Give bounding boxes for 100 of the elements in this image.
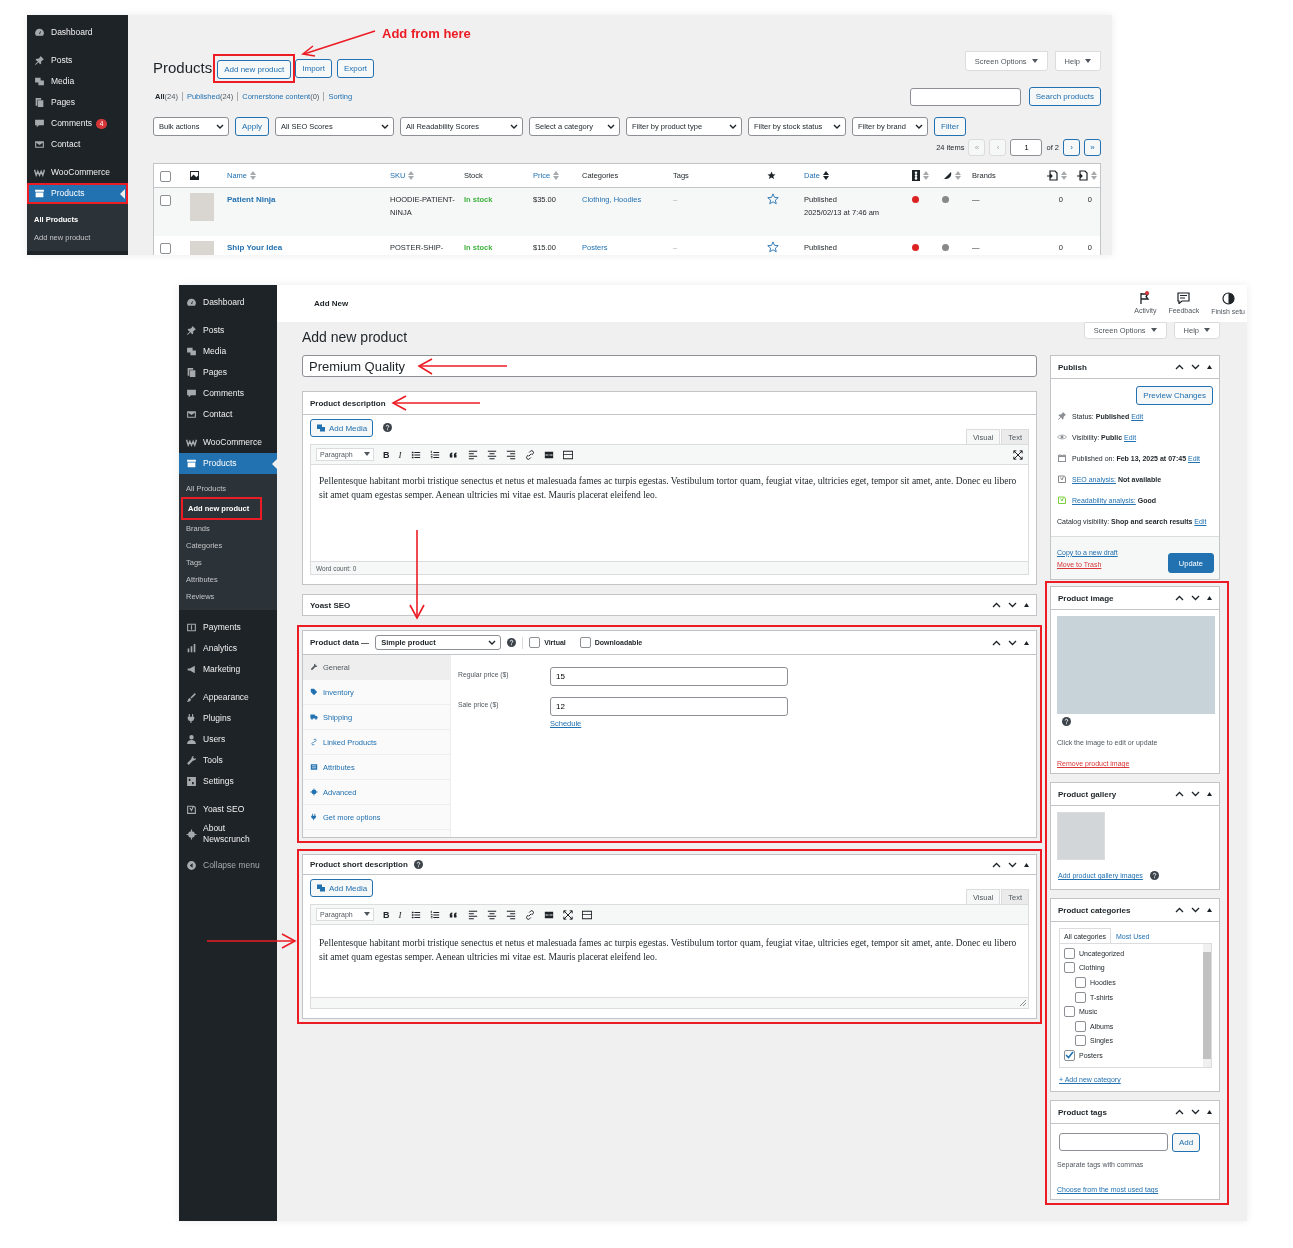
checkbox[interactable] bbox=[1075, 1035, 1086, 1047]
chevron-up-icon[interactable] bbox=[992, 861, 1001, 868]
triangle-icon[interactable] bbox=[1024, 640, 1029, 645]
page-nav-button[interactable]: › bbox=[1063, 139, 1080, 156]
help-icon[interactable] bbox=[507, 638, 517, 647]
checkbox[interactable] bbox=[529, 637, 541, 648]
italic-button[interactable]: I bbox=[398, 909, 402, 920]
align-left-icon[interactable] bbox=[467, 449, 478, 460]
scrollbar[interactable] bbox=[1203, 944, 1211, 1067]
checkbox[interactable] bbox=[579, 637, 591, 648]
sidebar-item[interactable]: Yoast SEO bbox=[179, 799, 277, 820]
toolbar-toggle-icon[interactable] bbox=[562, 449, 573, 460]
read-more-icon[interactable] bbox=[543, 449, 554, 460]
chevron-up-icon[interactable] bbox=[1175, 907, 1184, 913]
sidebar-item[interactable]: Contact bbox=[179, 404, 277, 425]
star-icon[interactable] bbox=[767, 241, 779, 253]
sidebar-item[interactable]: Users bbox=[179, 729, 277, 750]
chevron-down-icon[interactable] bbox=[1191, 1109, 1200, 1115]
sidebar-item[interactable]: Posts bbox=[27, 50, 128, 71]
checkbox[interactable] bbox=[1075, 991, 1086, 1003]
apply-button[interactable]: Apply bbox=[235, 117, 269, 136]
sidebar-item[interactable]: Contact bbox=[27, 134, 128, 155]
quote-icon[interactable] bbox=[448, 449, 459, 460]
sidebar-item[interactable]: Appearance bbox=[179, 687, 277, 708]
bold-button[interactable]: B bbox=[383, 449, 390, 460]
sidebar-item[interactable]: Dashboard bbox=[27, 22, 128, 43]
star-icon[interactable] bbox=[767, 193, 779, 205]
chevron-up-icon[interactable] bbox=[992, 602, 1001, 608]
chevron-up-icon[interactable] bbox=[1175, 791, 1184, 797]
sidebar-item[interactable]: About Newscrunch bbox=[179, 820, 277, 848]
title-field[interactable]: Premium Quality bbox=[302, 355, 1037, 377]
chevron-down-icon[interactable] bbox=[1191, 907, 1200, 913]
triangle-icon[interactable] bbox=[1207, 792, 1212, 796]
checkbox[interactable] bbox=[160, 171, 171, 182]
sidebar-item[interactable]: Dashboard bbox=[179, 292, 277, 313]
checkbox[interactable] bbox=[1064, 947, 1075, 959]
product-link[interactable]: Ship Your Idea bbox=[227, 241, 283, 254]
fullscreen-icon[interactable] bbox=[562, 909, 573, 920]
tag-field[interactable] bbox=[1059, 1133, 1168, 1151]
column-header[interactable] bbox=[1047, 170, 1067, 181]
bullet-list-icon[interactable] bbox=[410, 449, 421, 460]
read-more-icon[interactable] bbox=[543, 909, 554, 920]
help-icon[interactable] bbox=[413, 860, 423, 869]
sidebar-item[interactable]: Media bbox=[27, 71, 128, 92]
chevron-down-icon[interactable] bbox=[1191, 791, 1200, 797]
sidebar-item[interactable]: Products bbox=[179, 453, 277, 474]
link-icon[interactable] bbox=[524, 449, 535, 460]
triangle-icon[interactable] bbox=[1024, 862, 1029, 867]
header-button[interactable]: Add new product bbox=[217, 60, 292, 79]
chevron-down-icon[interactable] bbox=[1008, 602, 1017, 608]
add-media-button[interactable]: Add Media bbox=[310, 879, 374, 897]
chevron-down-icon[interactable] bbox=[1008, 861, 1017, 868]
help-icon[interactable] bbox=[1062, 717, 1071, 726]
chevron-down-icon[interactable] bbox=[1008, 639, 1017, 646]
numbered-list-icon[interactable] bbox=[429, 909, 440, 920]
sidebar-item[interactable]: Marketing bbox=[179, 659, 277, 680]
quote-icon[interactable] bbox=[448, 909, 459, 920]
triangle-icon[interactable] bbox=[1207, 365, 1212, 369]
triangle-icon[interactable] bbox=[1207, 1110, 1212, 1114]
add-media-button[interactable]: Add Media bbox=[310, 419, 374, 437]
sidebar-item[interactable]: Pages bbox=[179, 362, 277, 383]
sidebar-item[interactable]: Payments bbox=[179, 617, 277, 638]
checkbox[interactable] bbox=[1075, 977, 1086, 988]
chevron-up-icon[interactable] bbox=[1175, 595, 1184, 601]
column-header[interactable] bbox=[912, 170, 929, 181]
help-icon[interactable] bbox=[383, 423, 393, 432]
sidebar-item[interactable]: Media bbox=[179, 341, 277, 362]
resize-handle-icon[interactable] bbox=[1020, 1000, 1026, 1006]
sidebar-item[interactable]: Plugins bbox=[179, 708, 277, 729]
column-header[interactable] bbox=[1077, 170, 1097, 181]
collapse-menu-button[interactable]: Collapse menu bbox=[179, 855, 277, 876]
triangle-icon[interactable] bbox=[1207, 596, 1212, 600]
header-button[interactable]: Import bbox=[295, 59, 332, 78]
align-left-icon[interactable] bbox=[467, 909, 478, 920]
editor-text[interactable]: Pellentesque habitant morbi tristique senectus et netus et malesuada fames ac turpis egestas. Vestibulum tortor quam, feugiat vitae, ultricies eget, tempor sit amet, ante. Donec eu libero sit amet quam egestas semper. Aenean ultricies mi vitae est. Mauris placerat eleifend leo. bbox=[311, 465, 1028, 561]
price-field[interactable]: 12 bbox=[550, 697, 788, 716]
page-nav-button[interactable]: » bbox=[1084, 139, 1101, 156]
sidebar-item[interactable]: Analytics bbox=[179, 638, 277, 659]
chevron-down-icon[interactable] bbox=[1191, 364, 1200, 370]
add-tag-button[interactable]: Add bbox=[1172, 1133, 1201, 1152]
product-link[interactable]: Patient Ninja bbox=[227, 193, 276, 206]
fullscreen-icon[interactable] bbox=[1013, 449, 1023, 460]
align-right-icon[interactable] bbox=[505, 909, 516, 920]
column-header[interactable] bbox=[942, 170, 961, 181]
chevron-up-icon[interactable] bbox=[1175, 1109, 1184, 1115]
editor-text[interactable]: Pellentesque habitant morbi tristique senectus et netus et malesuada fames ac turpis egestas. Vestibulum tortor quam, feugiat vitae, ultricies eget, tempor sit amet, ante. Donec eu libero sit amet quam egestas semper. Aenean ultricies mi vitae est. Mauris placerat eleifend leo. bbox=[311, 925, 1028, 997]
checkbox[interactable] bbox=[1064, 1049, 1075, 1061]
yoast-panel[interactable]: Yoast SEO bbox=[302, 594, 1037, 616]
sidebar-item[interactable]: Tools bbox=[179, 750, 277, 771]
search-button[interactable]: Search products bbox=[1028, 87, 1101, 106]
checkbox[interactable] bbox=[1075, 1020, 1086, 1032]
sidebar-item[interactable]: Settings bbox=[179, 771, 277, 792]
triangle-icon[interactable] bbox=[1207, 908, 1212, 912]
bold-button[interactable]: B bbox=[383, 909, 390, 920]
price-field[interactable]: 15 bbox=[550, 667, 788, 686]
checkbox[interactable] bbox=[160, 195, 171, 206]
align-right-icon[interactable] bbox=[505, 449, 516, 460]
sidebar-item[interactable]: Posts bbox=[179, 320, 277, 341]
align-center-icon[interactable] bbox=[486, 909, 497, 920]
sidebar-item[interactable]: WooCommerce bbox=[179, 432, 277, 453]
